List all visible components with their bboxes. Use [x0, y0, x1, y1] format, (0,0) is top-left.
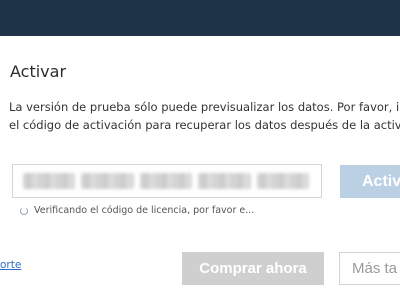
activate-button[interactable]: Activ [340, 165, 400, 198]
status-text: Verificando el código de licencia, por f… [34, 205, 255, 216]
description-line-1: La versión de prueba sólo puede previsua… [9, 100, 400, 114]
activation-code-input[interactable] [12, 164, 322, 198]
blurred-activation-code [23, 173, 310, 189]
license-status: Verificando el código de licencia, por f… [20, 205, 254, 216]
spinner-icon [20, 206, 28, 215]
support-link[interactable]: orte [0, 259, 21, 271]
dialog-title: Activar [10, 62, 67, 81]
dialog-description: La versión de prueba sólo puede previsua… [9, 98, 400, 134]
later-button[interactable]: Más ta [339, 252, 400, 285]
window-titlebar [0, 0, 400, 36]
buy-now-button[interactable]: Comprar ahora [182, 252, 324, 285]
description-line-2: el código de activación para recuperar l… [9, 118, 400, 132]
